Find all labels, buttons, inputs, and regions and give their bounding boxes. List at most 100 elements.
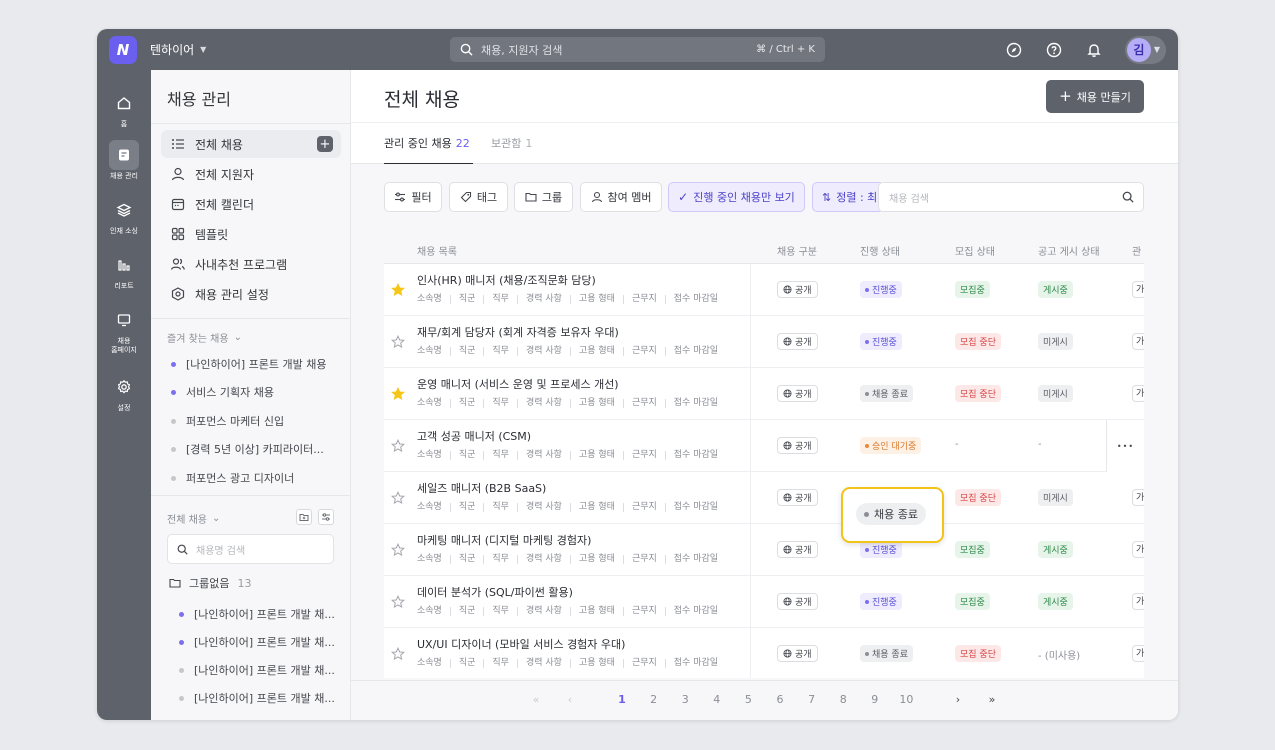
table-row[interactable]: 운영 매니저 (서비스 운영 및 프로세스 개선) 소속명 직군 직무 경력 사항 고용 … <box>384 368 1144 420</box>
star-icon[interactable] <box>391 387 405 401</box>
job-title[interactable]: UX/UI 디자이너 (모바일 서비스 경험자 우대) <box>417 636 625 652</box>
rail-item-recruit[interactable]: 채용 관리 <box>97 140 151 181</box>
rail-item-home[interactable]: 홈 <box>97 88 151 129</box>
job-title[interactable]: 마케팅 매니저 (디지털 마케팅 경험자) <box>417 532 591 548</box>
job-title[interactable]: 인사(HR) 매니저 (채용/조직문화 담당) <box>417 272 596 288</box>
favorite-item[interactable]: 서비스 기획자 채용 <box>171 384 274 400</box>
favorite-item[interactable]: 퍼포먼스 마케터 신입 <box>171 413 284 429</box>
manager-badge: 가 <box>1132 645 1144 662</box>
table-row[interactable]: 마케팅 매니저 (디지털 마케팅 경험자) 소속명 직군 직무 경력 사항 고용 형태 근무… <box>384 524 1144 576</box>
group-button[interactable]: 그룹 <box>514 182 573 212</box>
job-title[interactable]: 재무/회계 담당자 (회계 자격증 보유자 우대) <box>417 324 619 340</box>
tab-label: 보관함 <box>491 137 522 150</box>
star-icon[interactable] <box>391 595 405 609</box>
recruit-search-placeholder: 채용 검색 <box>889 193 929 205</box>
dot-icon <box>865 339 869 344</box>
page-button[interactable]: 7 <box>802 693 822 706</box>
nav-item-referral[interactable]: 사내추천 프로그램 <box>161 250 341 278</box>
star-icon[interactable] <box>391 335 405 349</box>
global-search[interactable]: 채용, 지원자 검색 ⌘ / Ctrl + K <box>450 37 825 62</box>
bell-icon[interactable] <box>1085 41 1103 59</box>
manager-badge: 가 <box>1132 281 1144 298</box>
last-page-button[interactable]: » <box>982 693 1002 706</box>
table-row[interactable]: 데이터 분석가 (SQL/파이썬 활용) 소속명 직군 직무 경력 사항 고용 형태 근무지… <box>384 576 1144 628</box>
members-button[interactable]: 참여 멤버 <box>580 182 662 212</box>
tag-button[interactable]: 태그 <box>449 182 508 212</box>
job-title[interactable]: 데이터 분석가 (SQL/파이썬 활용) <box>417 584 573 600</box>
meta-field: 소속명 <box>417 658 442 668</box>
table-row[interactable]: UX/UI 디자이너 (모바일 서비스 경험자 우대) 소속명 직군 직무 경력 사항 고… <box>384 628 1144 678</box>
add-recruit-plus-icon[interactable]: + <box>317 136 333 152</box>
favorites-section-toggle[interactable]: 즐겨 찾는 채용 ⌄ <box>167 330 242 345</box>
job-meta: 소속명 직군 직무 경력 사항 고용 형태 근무지 접수 마감일 <box>417 451 726 460</box>
filter-label: 필터 <box>411 191 432 204</box>
group-item[interactable]: [나인하이어] 프론트 개발 채... <box>179 662 335 678</box>
page-button[interactable]: 3 <box>675 693 695 706</box>
org-switcher[interactable]: 텐하이어 ▼ <box>150 41 206 58</box>
page-button[interactable]: 4 <box>707 693 727 706</box>
table-row[interactable]: 고객 성공 매니저 (CSM) 소속명 직군 직무 경력 사항 고용 형태 근무지 접수 마감… <box>384 420 1144 472</box>
nav-item-all-applicants[interactable]: 전체 지원자 <box>161 160 341 188</box>
group-item[interactable]: [나인하이어] 프론트 개발 채... <box>179 690 335 706</box>
group-item[interactable]: [나인하이어] 프론트 개발 채... <box>179 606 335 622</box>
filter-button[interactable]: 필터 <box>384 182 442 212</box>
compass-icon[interactable] <box>1005 41 1023 59</box>
tab-managed[interactable]: 관리 중인 채용 22 <box>384 135 470 151</box>
table-row[interactable]: 재무/회계 담당자 (회계 자격증 보유자 우대) 소속명 직군 직무 경력 사항 고용 … <box>384 316 1144 368</box>
post-state-badge: 게시중 <box>1038 541 1073 558</box>
nav-item-calendar[interactable]: 전체 캘린더 <box>161 190 341 218</box>
group-none[interactable]: 그룹없음 13 <box>169 575 251 591</box>
user-menu[interactable]: 김 ▼ <box>1124 35 1166 64</box>
sliders-icon[interactable] <box>318 509 334 525</box>
nav-item-template[interactable]: 템플릿 <box>161 220 341 248</box>
group-item[interactable]: [나인하이어] 프론트 개발 채... <box>179 634 335 650</box>
meta-field: 직군 <box>449 399 484 408</box>
tab-archive[interactable]: 보관함 1 <box>491 135 532 151</box>
first-page-button[interactable]: « <box>526 693 546 706</box>
rail-label: 홈 <box>120 120 128 128</box>
next-page-button[interactable]: › <box>948 693 968 706</box>
list-icon <box>172 139 184 149</box>
nav-item-all-recruit[interactable]: 전체 채용 + <box>161 130 341 158</box>
table-row[interactable]: 인사(HR) 매니저 (채용/조직문화 담당) 소속명 직군 직무 경력 사항 고용 형태… <box>384 264 1144 316</box>
rail-item-settings[interactable]: 설정 <box>97 372 151 413</box>
recruit-search-input[interactable]: 채용 검색 <box>878 182 1144 212</box>
job-title[interactable]: 고객 성공 매니저 (CSM) <box>417 428 531 444</box>
star-icon[interactable] <box>391 491 405 505</box>
star-icon[interactable] <box>391 543 405 557</box>
all-recruit-section-toggle[interactable]: 전체 채용 ⌄ <box>167 511 220 526</box>
favorite-item[interactable]: 퍼포먼스 광고 디자이너 <box>171 470 294 486</box>
create-recruit-button[interactable]: + 채용 만들기 <box>1046 80 1144 113</box>
page-button[interactable]: 5 <box>738 693 758 706</box>
job-title[interactable]: 세일즈 매니저 (B2B SaaS) <box>417 480 546 496</box>
page-button[interactable]: 2 <box>644 693 664 706</box>
recruit-search-placeholder: 채용명 검색 <box>196 545 246 557</box>
favorite-item[interactable]: [나인하이어] 프론트 개발 채용 <box>171 356 327 372</box>
rail-item-homepage[interactable]: 채용 홈페이지 <box>97 305 151 355</box>
app-logo[interactable]: N <box>109 36 137 64</box>
page-button[interactable]: 10 <box>896 693 916 706</box>
star-icon[interactable] <box>391 647 405 661</box>
more-options-icon[interactable]: ••• <box>1106 420 1144 472</box>
recruit-name-search-input[interactable]: 채용명 검색 <box>167 534 334 564</box>
job-title[interactable]: 운영 매니저 (서비스 운영 및 프로세스 개선) <box>417 376 619 392</box>
favorite-item[interactable]: [경력 5년 이상] 카피라이터... <box>171 441 324 457</box>
meta-field: 접수 마감일 <box>664 451 726 460</box>
new-folder-icon[interactable] <box>296 509 312 525</box>
star-icon[interactable] <box>391 283 405 297</box>
help-icon[interactable] <box>1045 41 1063 59</box>
rail-item-report[interactable]: 리포트 <box>97 250 151 291</box>
rail-item-sourcing[interactable]: 인재 소싱 <box>97 195 151 236</box>
sort-button[interactable]: ⇅ 정렬 : 최 <box>812 182 884 212</box>
search-shortcut: ⌘ / Ctrl + K <box>756 44 815 55</box>
prev-page-button[interactable]: ‹ <box>560 693 580 706</box>
page-button[interactable]: 9 <box>865 693 885 706</box>
star-icon[interactable] <box>391 439 405 453</box>
page-button[interactable]: 6 <box>770 693 790 706</box>
tab-count: 22 <box>455 137 470 150</box>
table-row[interactable]: 세일즈 매니저 (B2B SaaS) 소속명 직군 직무 경력 사항 고용 형태 근무지 접수… <box>384 472 1144 524</box>
in-progress-only-toggle[interactable]: ✓ 진행 중인 채용만 보기 <box>668 182 805 212</box>
nav-item-recruit-settings[interactable]: 채용 관리 설정 <box>161 280 341 308</box>
page-button[interactable]: 1 <box>612 693 632 706</box>
page-button[interactable]: 8 <box>833 693 853 706</box>
